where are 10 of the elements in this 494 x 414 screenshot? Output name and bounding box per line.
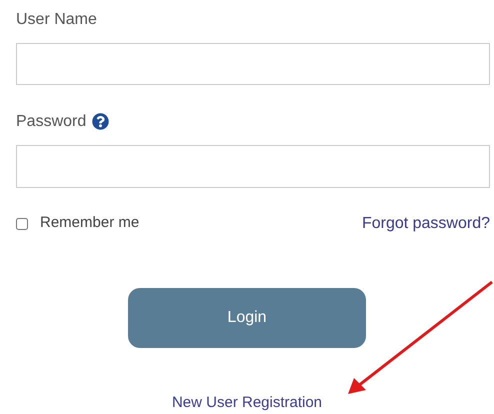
username-field[interactable]: [16, 43, 490, 85]
help-icon[interactable]: [92, 113, 110, 130]
login-button[interactable]: Login: [128, 288, 366, 348]
registration-link[interactable]: New User Registration: [172, 392, 322, 414]
password-field[interactable]: [16, 144, 490, 188]
remember-checkbox[interactable]: [16, 218, 28, 230]
forgot-password-link[interactable]: Forgot password?: [362, 212, 490, 236]
field-label: User Name: [16, 10, 97, 30]
field-label: Password: [16, 112, 86, 132]
checkbox-label: Remember me: [40, 213, 140, 234]
